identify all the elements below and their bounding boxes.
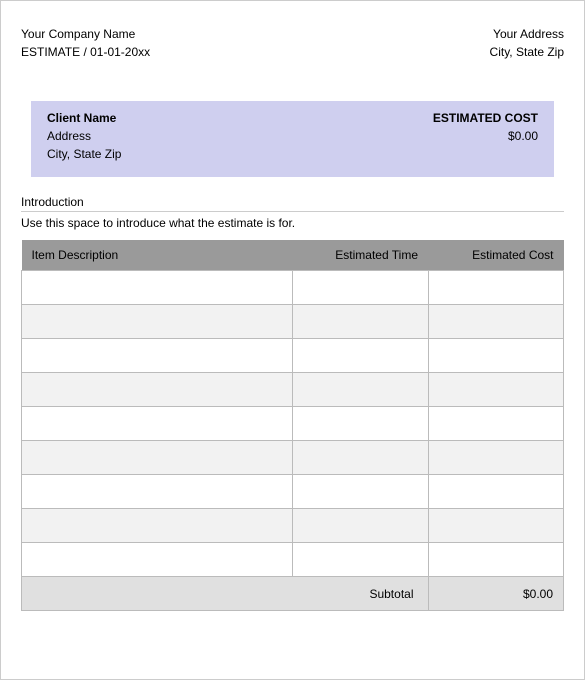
cell-cost [428,475,564,509]
cell-cost [428,271,564,305]
header-company-block: Your Company Name ESTIMATE / 01-01-20xx [21,25,150,61]
table-body: Subtotal $0.00 [22,271,564,611]
cell-cost [428,305,564,339]
client-address: Address [47,129,121,143]
estimated-cost-block: ESTIMATED COST $0.00 [433,111,538,165]
cell-desc [22,271,293,305]
cell-time [293,475,429,509]
table-row [22,339,564,373]
estimated-cost-label: ESTIMATED COST [433,111,538,125]
table-header-row: Item Description Estimated Time Estimate… [22,240,564,271]
introduction-text: Use this space to introduce what the est… [21,216,564,230]
cell-time [293,407,429,441]
table-row [22,271,564,305]
cell-time [293,509,429,543]
cell-desc [22,509,293,543]
cell-time [293,271,429,305]
cell-time [293,339,429,373]
table-row [22,509,564,543]
cell-cost [428,509,564,543]
header-address-block: Your Address City, State Zip [490,25,564,61]
col-header-cost: Estimated Cost [428,240,564,271]
estimate-date-line: ESTIMATE / 01-01-20xx [21,43,150,61]
client-info-box: Client Name Address City, State Zip ESTI… [31,101,554,177]
table-row [22,305,564,339]
table-row [22,407,564,441]
client-details: Client Name Address City, State Zip [47,111,121,165]
cell-desc [22,305,293,339]
cell-desc [22,441,293,475]
subtotal-label: Subtotal [22,577,429,611]
cell-time [293,441,429,475]
cell-cost [428,373,564,407]
col-header-description: Item Description [22,240,293,271]
cell-desc [22,373,293,407]
cell-time [293,305,429,339]
table-row [22,373,564,407]
subtotal-row: Subtotal $0.00 [22,577,564,611]
cell-cost [428,339,564,373]
col-header-time: Estimated Time [293,240,429,271]
cell-desc [22,407,293,441]
client-city-state-zip: City, State Zip [47,147,121,161]
introduction-heading: Introduction [21,195,564,209]
estimate-document: Your Company Name ESTIMATE / 01-01-20xx … [0,0,585,680]
table-row [22,475,564,509]
client-name: Client Name [47,111,121,125]
estimated-cost-value: $0.00 [433,129,538,143]
cell-time [293,543,429,577]
cell-cost [428,441,564,475]
cell-desc [22,543,293,577]
divider [21,211,564,212]
estimate-table: Item Description Estimated Time Estimate… [21,240,564,611]
company-address-line2: City, State Zip [490,43,564,61]
cell-cost [428,543,564,577]
cell-desc [22,339,293,373]
company-address-line1: Your Address [490,25,564,43]
cell-cost [428,407,564,441]
document-header: Your Company Name ESTIMATE / 01-01-20xx … [21,25,564,61]
table-row [22,543,564,577]
cell-desc [22,475,293,509]
cell-time [293,373,429,407]
subtotal-value: $0.00 [428,577,564,611]
table-row [22,441,564,475]
company-name: Your Company Name [21,25,150,43]
